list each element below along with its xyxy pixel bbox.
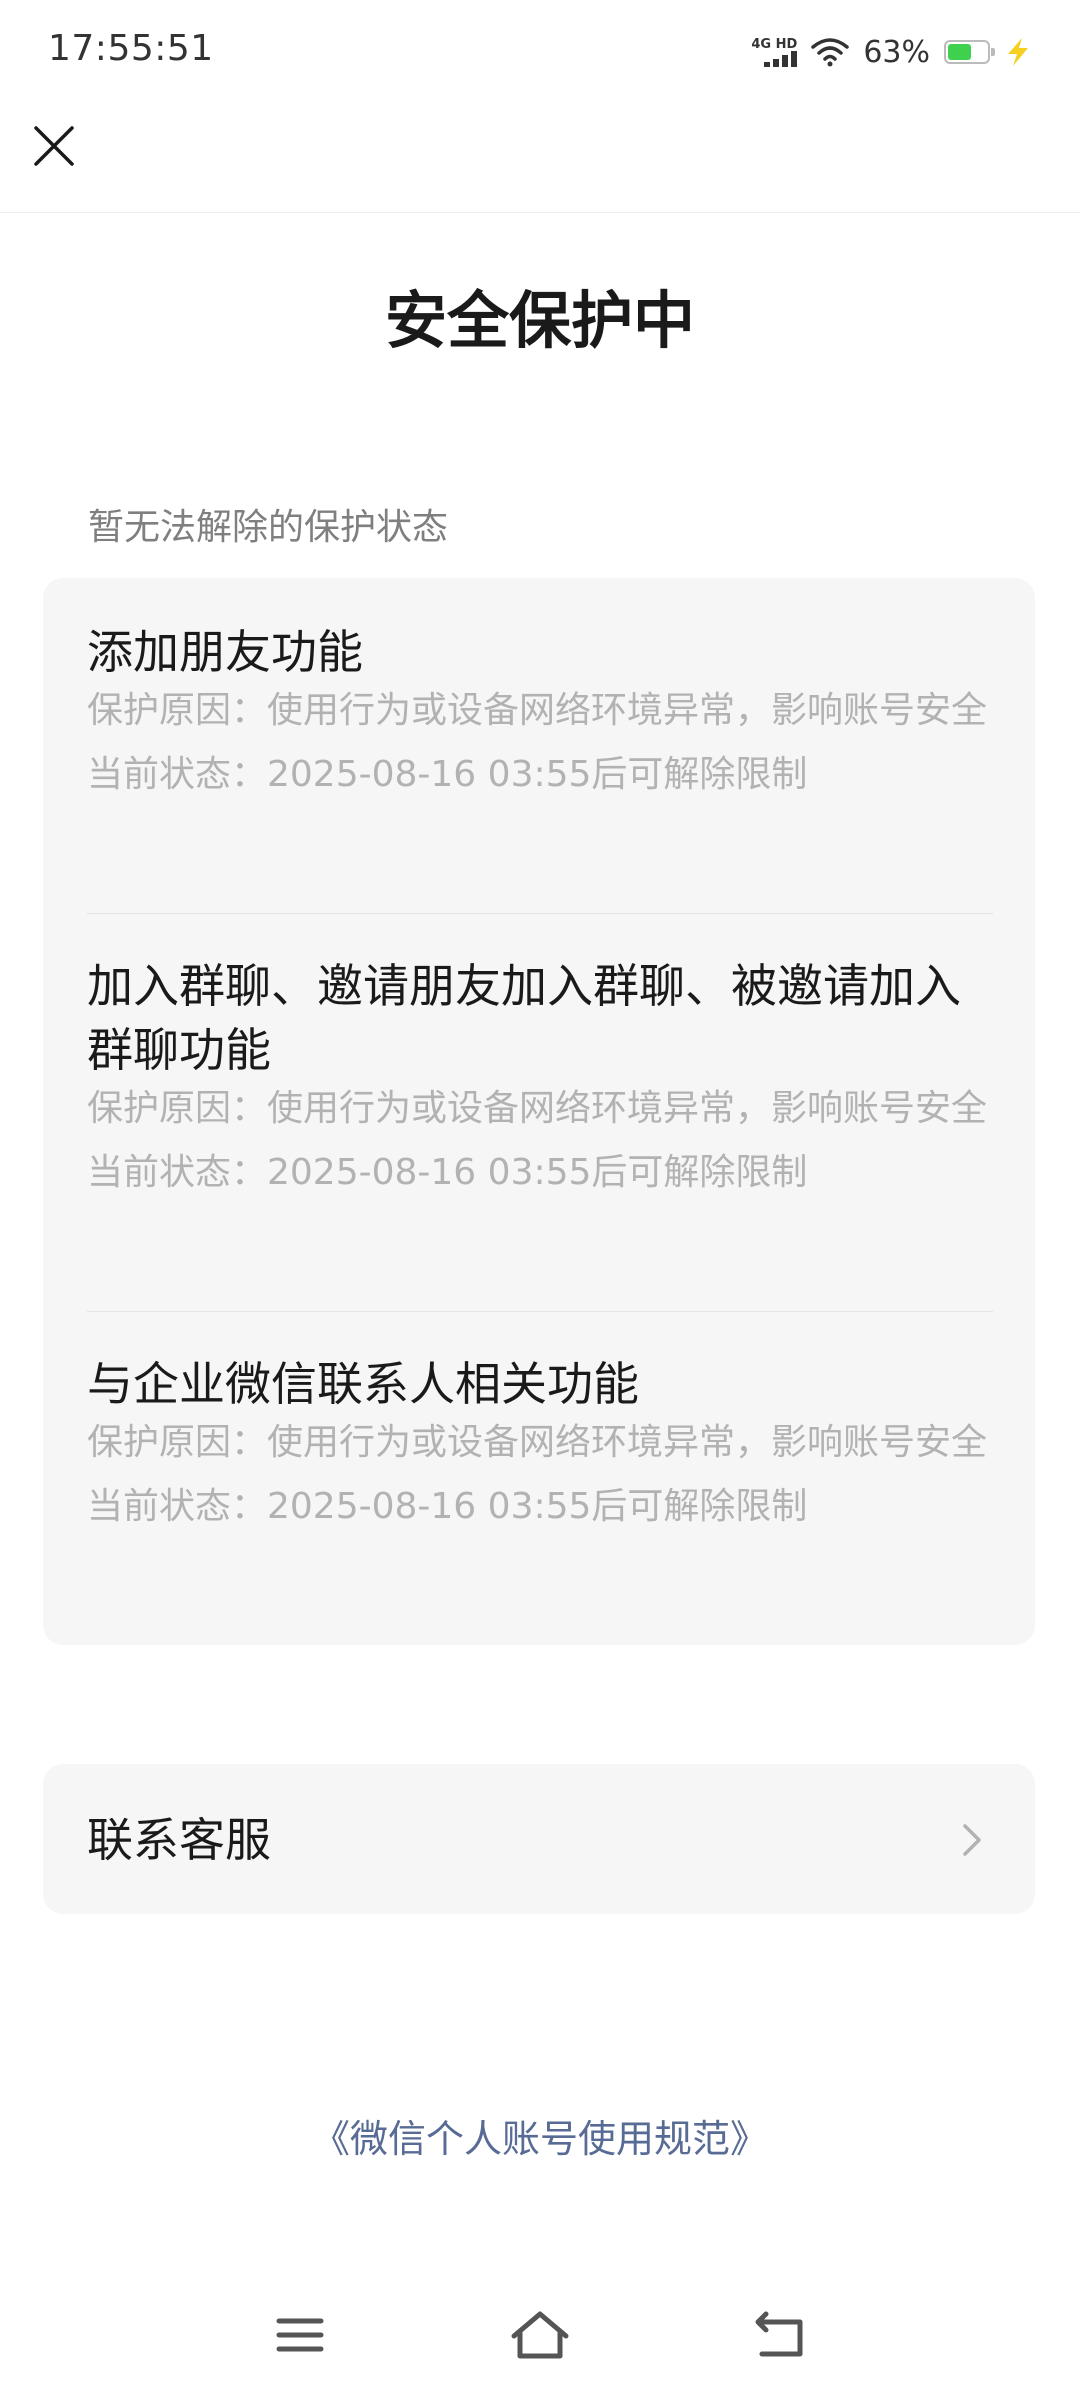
- status-icons: 4G HD 63%: [751, 30, 1032, 74]
- item-status: 当前状态：2025-08-16 03:55后可解除限制: [87, 1486, 808, 1527]
- status-time: 17:55:51: [48, 28, 214, 69]
- contact-service-button[interactable]: 联系客服: [43, 1764, 1035, 1914]
- item-reason: 保护原因：使用行为或设备网络环境异常，影响账号安全: [87, 1088, 988, 1129]
- item-divider: [87, 1311, 993, 1312]
- item-title: 与企业微信联系人相关功能: [87, 1357, 639, 1411]
- protection-item: 与企业微信联系人相关功能 保护原因：使用行为或设备网络环境异常，影响账号安全 当…: [87, 1352, 993, 1534]
- home-button[interactable]: [495, 2290, 585, 2380]
- protection-item: 添加朋友功能 保护原因：使用行为或设备网络环境异常，影响账号安全 当前状态：20…: [87, 620, 993, 802]
- policy-link[interactable]: 《微信个人账号使用规范》: [0, 2108, 1080, 2163]
- network-type-label: 4G HD: [751, 36, 798, 52]
- item-divider: [87, 913, 993, 914]
- close-icon: [34, 126, 74, 166]
- contact-service-label: 联系客服: [87, 1813, 271, 1867]
- page-title: 安全保护中: [384, 284, 695, 357]
- item-title: 加入群聊、邀请朋友加入群聊、被邀请加入群聊功能: [87, 959, 961, 1077]
- cellular-signal-icon: 4G HD: [751, 36, 798, 67]
- menu-button[interactable]: [255, 2290, 345, 2380]
- wifi-icon: [811, 38, 850, 67]
- back-button[interactable]: [735, 2290, 825, 2380]
- charging-icon: [1008, 38, 1028, 66]
- system-nav-bar: [0, 2290, 1080, 2380]
- status-bar: 17:55:51 4G HD 63%: [0, 0, 1080, 100]
- chevron-right-icon: [963, 1824, 981, 1856]
- close-button[interactable]: [26, 118, 82, 174]
- battery-icon: [944, 40, 995, 64]
- item-status: 当前状态：2025-08-16 03:55后可解除限制: [87, 1152, 808, 1193]
- item-reason: 保护原因：使用行为或设备网络环境异常，影响账号安全: [87, 1422, 988, 1463]
- section-label: 暂无法解除的保护状态: [88, 507, 449, 548]
- battery-percent: 63%: [863, 34, 930, 70]
- protection-list-card: 添加朋友功能 保护原因：使用行为或设备网络环境异常，影响账号安全 当前状态：20…: [43, 578, 1035, 1645]
- item-title: 添加朋友功能: [87, 625, 363, 679]
- protection-item: 加入群聊、邀请朋友加入群聊、被邀请加入群聊功能 保护原因：使用行为或设备网络环境…: [87, 954, 993, 1200]
- header-divider: [0, 212, 1080, 213]
- item-reason: 保护原因：使用行为或设备网络环境异常，影响账号安全: [87, 690, 988, 731]
- back-icon: [755, 2311, 803, 2357]
- item-status: 当前状态：2025-08-16 03:55后可解除限制: [87, 754, 808, 795]
- menu-icon: [276, 2318, 324, 2352]
- home-icon: [511, 2311, 569, 2359]
